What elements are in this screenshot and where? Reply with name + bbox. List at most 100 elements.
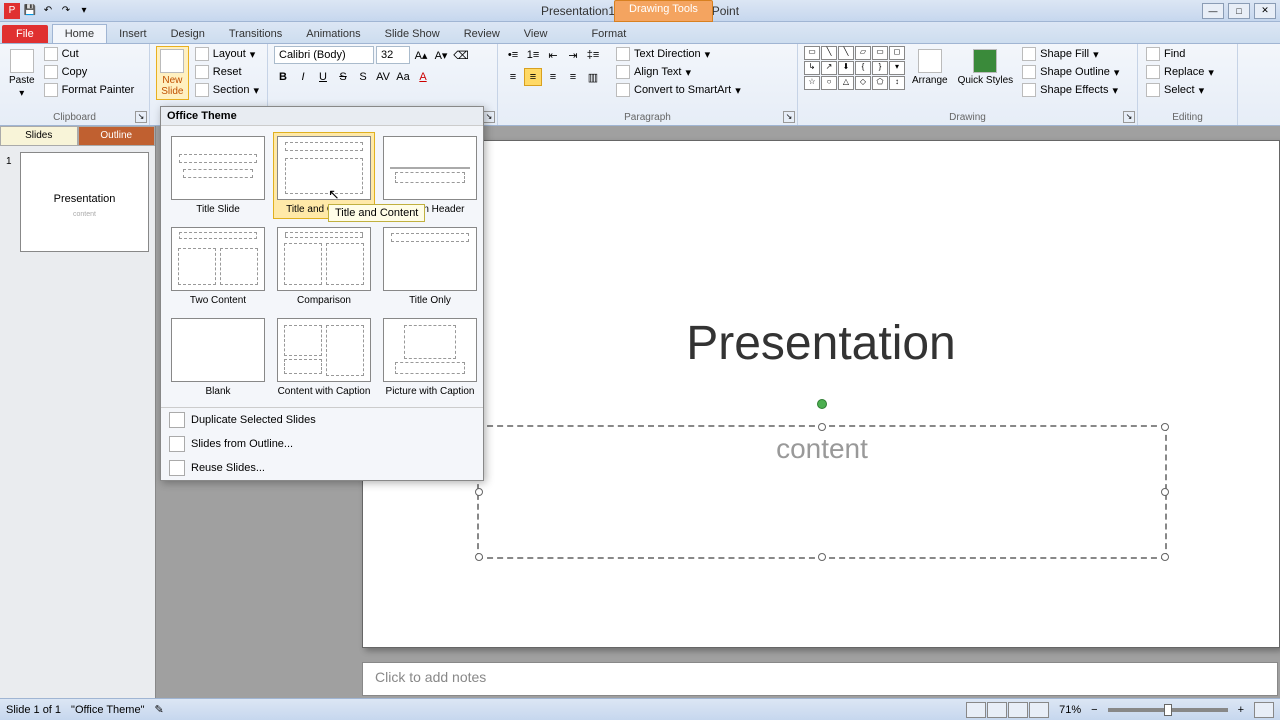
quick-styles-button[interactable]: Quick Styles	[955, 46, 1017, 89]
strikethrough-icon[interactable]: S	[334, 68, 352, 86]
layout-picture-with-caption[interactable]: Picture with Caption	[379, 314, 481, 401]
tab-home[interactable]: Home	[52, 24, 107, 43]
outline-tab[interactable]: Outline	[78, 126, 156, 146]
zoom-slider-thumb[interactable]	[1164, 704, 1172, 716]
tab-transitions[interactable]: Transitions	[217, 25, 294, 43]
action-reuse-slides[interactable]: Reuse Slides...	[161, 456, 483, 480]
shape-fill-button[interactable]: Shape Fill▾	[1020, 46, 1121, 62]
selection-handle[interactable]	[1161, 553, 1169, 561]
tab-design[interactable]: Design	[159, 25, 217, 43]
selection-handle[interactable]	[475, 488, 483, 496]
layout-button[interactable]: Layout▾	[193, 46, 261, 62]
font-dialog-launcher[interactable]: ↘	[483, 111, 495, 123]
undo-icon[interactable]: ↶	[40, 3, 56, 19]
grow-font-icon[interactable]: A▴	[412, 46, 430, 64]
layout-two-content[interactable]: Two Content	[167, 223, 269, 310]
new-slide-button[interactable]: New Slide	[156, 46, 189, 100]
font-name-combo[interactable]: Calibri (Body)	[274, 46, 374, 64]
shrink-font-icon[interactable]: A▾	[432, 46, 450, 64]
selection-handle[interactable]	[475, 553, 483, 561]
font-color-icon[interactable]: A	[414, 68, 432, 86]
normal-view-button[interactable]	[966, 702, 986, 718]
redo-icon[interactable]: ↷	[58, 3, 74, 19]
reading-view-button[interactable]	[1008, 702, 1028, 718]
underline-icon[interactable]: U	[314, 68, 332, 86]
bullets-icon[interactable]: •≡	[504, 46, 522, 64]
zoom-in-button[interactable]: +	[1238, 704, 1244, 716]
tab-file[interactable]: File	[2, 25, 48, 43]
align-left-icon[interactable]: ≡	[504, 68, 522, 86]
clipboard-dialog-launcher[interactable]: ↘	[135, 111, 147, 123]
increase-indent-icon[interactable]: ⇥	[564, 46, 582, 64]
slides-tab[interactable]: Slides	[0, 126, 78, 146]
select-button[interactable]: Select▾	[1144, 82, 1216, 98]
text-direction-button[interactable]: Text Direction▾	[614, 46, 743, 62]
layout-blank[interactable]: Blank	[167, 314, 269, 401]
slide-title-text[interactable]: Presentation	[363, 316, 1279, 371]
section-button[interactable]: Section▾	[193, 82, 261, 98]
rotation-handle[interactable]	[817, 399, 827, 409]
zoom-slider[interactable]	[1108, 708, 1228, 712]
action-slides-from-outline[interactable]: Slides from Outline...	[161, 432, 483, 456]
character-spacing-icon[interactable]: AV	[374, 68, 392, 86]
find-button[interactable]: Find	[1144, 46, 1216, 62]
maximize-button[interactable]: □	[1228, 3, 1250, 19]
layout-title-only[interactable]: Title Only	[379, 223, 481, 310]
tab-insert[interactable]: Insert	[107, 25, 159, 43]
tab-format[interactable]: Format	[579, 25, 638, 43]
align-right-icon[interactable]: ≡	[544, 68, 562, 86]
bold-icon[interactable]: B	[274, 68, 292, 86]
columns-icon[interactable]: ▥	[584, 68, 602, 86]
layout-title-slide[interactable]: Title Slide	[167, 132, 269, 219]
arrange-button[interactable]: Arrange	[909, 46, 951, 89]
copy-button[interactable]: Copy	[42, 64, 137, 80]
zoom-out-button[interactable]: −	[1091, 704, 1097, 716]
change-case-icon[interactable]: Aa	[394, 68, 412, 86]
sorter-view-button[interactable]	[987, 702, 1007, 718]
justify-icon[interactable]: ≡	[564, 68, 582, 86]
paragraph-dialog-launcher[interactable]: ↘	[783, 111, 795, 123]
italic-icon[interactable]: I	[294, 68, 312, 86]
numbering-icon[interactable]: 1≡	[524, 46, 542, 64]
replace-button[interactable]: Replace▾	[1144, 64, 1216, 80]
content-placeholder[interactable]: content	[477, 425, 1167, 559]
tab-animations[interactable]: Animations	[294, 25, 372, 43]
shape-effects-button[interactable]: Shape Effects▾	[1020, 82, 1121, 98]
reset-button[interactable]: Reset	[193, 64, 261, 80]
shape-outline-button[interactable]: Shape Outline▾	[1020, 64, 1121, 80]
action-duplicate-slides[interactable]: Duplicate Selected Slides	[161, 408, 483, 432]
close-button[interactable]: ✕	[1254, 3, 1276, 19]
format-painter-button[interactable]: Format Painter	[42, 82, 137, 98]
selection-handle[interactable]	[818, 423, 826, 431]
qat-dropdown-icon[interactable]: ▾	[76, 3, 92, 19]
clear-formatting-icon[interactable]: ⌫	[452, 46, 470, 64]
drawing-dialog-launcher[interactable]: ↘	[1123, 111, 1135, 123]
shadow-icon[interactable]: S	[354, 68, 372, 86]
shapes-gallery[interactable]: ▭╲╲▱▭◻ ↳↗⬇{}▾ ☆○△◇⬠↕	[804, 46, 905, 90]
selection-handle[interactable]	[1161, 423, 1169, 431]
layout-comparison[interactable]: Comparison	[273, 223, 375, 310]
tab-slideshow[interactable]: Slide Show	[373, 25, 452, 43]
content-text[interactable]: content	[479, 427, 1165, 465]
cut-button[interactable]: Cut	[42, 46, 137, 62]
slide-canvas[interactable]: Presentation content	[362, 140, 1280, 648]
tab-view[interactable]: View	[512, 25, 560, 43]
minimize-button[interactable]: —	[1202, 3, 1224, 19]
spellcheck-icon[interactable]: ✎	[154, 703, 163, 716]
align-text-button[interactable]: Align Text▾	[614, 64, 743, 80]
notes-pane[interactable]: Click to add notes	[362, 662, 1278, 696]
align-center-icon[interactable]: ≡	[524, 68, 542, 86]
line-spacing-icon[interactable]: ‡≡	[584, 46, 602, 64]
selection-handle[interactable]	[818, 553, 826, 561]
font-size-combo[interactable]: 32	[376, 46, 410, 64]
save-icon[interactable]: 💾	[22, 3, 38, 19]
fit-to-window-button[interactable]	[1254, 702, 1274, 718]
tab-review[interactable]: Review	[452, 25, 512, 43]
convert-smartart-button[interactable]: Convert to SmartArt▾	[614, 82, 743, 98]
selection-handle[interactable]	[1161, 488, 1169, 496]
drawing-tools-contextual-tab[interactable]: Drawing Tools	[614, 0, 713, 22]
slideshow-view-button[interactable]	[1029, 702, 1049, 718]
paste-button[interactable]: Paste ▾	[6, 46, 38, 102]
slide-thumbnail-1[interactable]: Presentation content	[20, 152, 149, 252]
zoom-percent[interactable]: 71%	[1059, 704, 1081, 716]
